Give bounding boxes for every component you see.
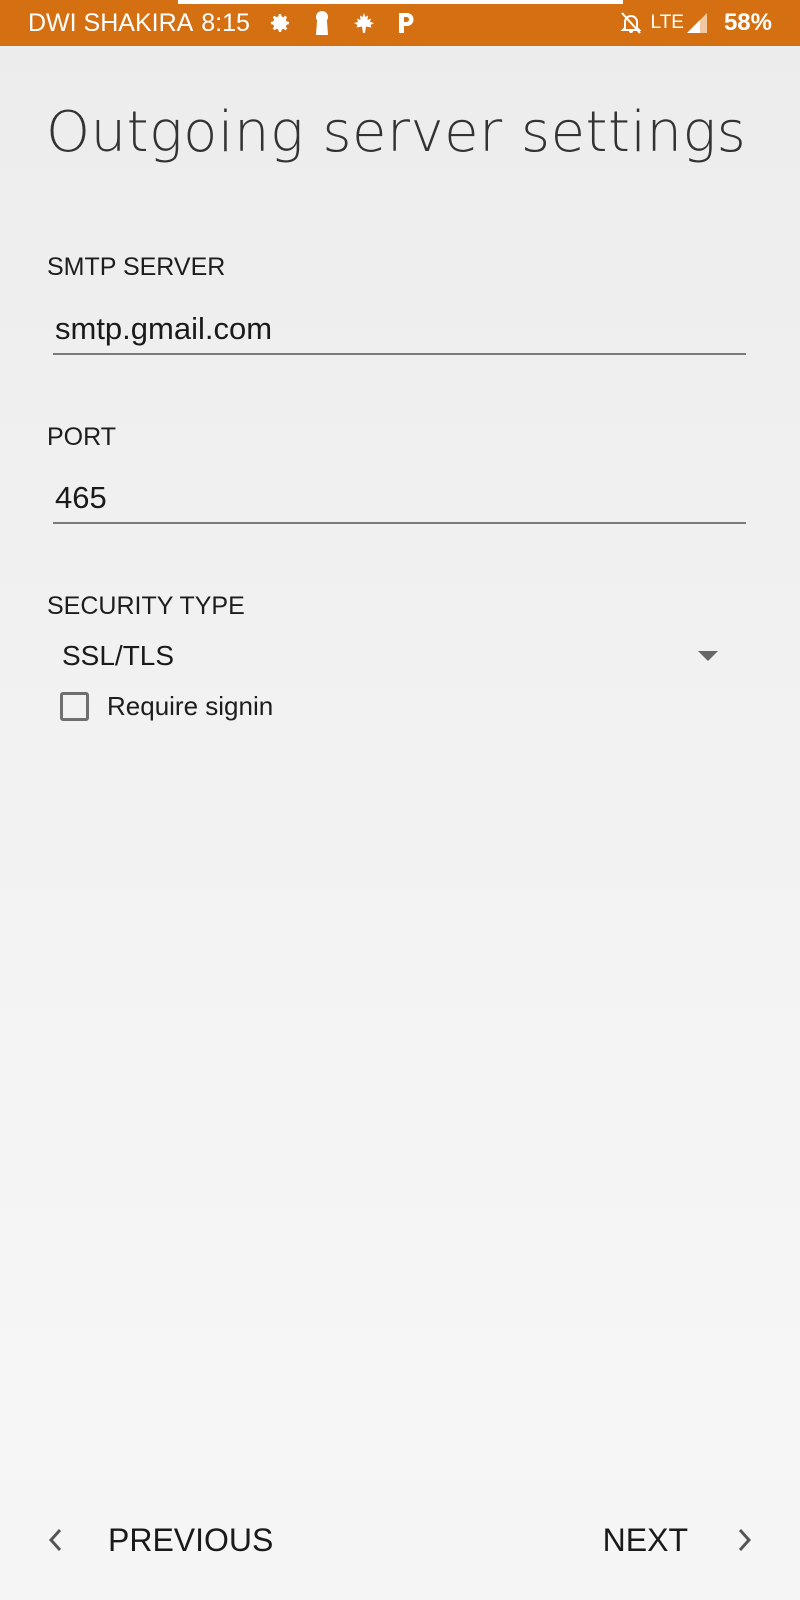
next-button[interactable]: NEXT [603, 1510, 756, 1570]
network-type: LTE [650, 12, 684, 33]
battery-level: 58% [723, 9, 772, 36]
dropdown-arrow-icon [698, 651, 718, 661]
previous-button[interactable]: PREVIOUS [44, 1510, 273, 1570]
require-signin-label: Require signin [107, 691, 274, 721]
carrier-name: DWI SHAKIRA [28, 8, 194, 37]
notifications-off-icon [619, 9, 643, 37]
chevron-left-icon [44, 1520, 68, 1560]
signal-icon [686, 12, 708, 34]
status-bar: DWI SHAKIRA 8:15 LTE 58% [0, 0, 800, 46]
gear-icon [268, 9, 292, 37]
port-label: PORT [47, 423, 116, 451]
port-input[interactable] [53, 474, 746, 524]
previous-label: PREVIOUS [108, 1521, 274, 1558]
maple-leaf-icon [352, 9, 376, 37]
keyhole-icon [310, 9, 334, 37]
chevron-right-icon [732, 1520, 756, 1560]
next-label: NEXT [602, 1521, 688, 1558]
status-time: 8:15 [201, 8, 250, 37]
security-type-value: SSL/TLS [62, 640, 175, 671]
p-icon [394, 9, 418, 37]
status-right: LTE 58% [619, 9, 772, 37]
page-title: Outgoing server settings [46, 100, 747, 165]
notification-strip [178, 0, 623, 4]
status-left: DWI SHAKIRA 8:15 [28, 9, 436, 38]
security-type-label: SECURITY TYPE [47, 592, 245, 620]
require-signin-checkbox[interactable] [60, 692, 89, 721]
require-signin-row[interactable]: Require signin [60, 691, 273, 722]
security-type-select[interactable]: SSL/TLS [62, 634, 722, 678]
smtp-server-label: SMTP SERVER [47, 253, 226, 281]
smtp-server-input[interactable] [53, 305, 746, 355]
